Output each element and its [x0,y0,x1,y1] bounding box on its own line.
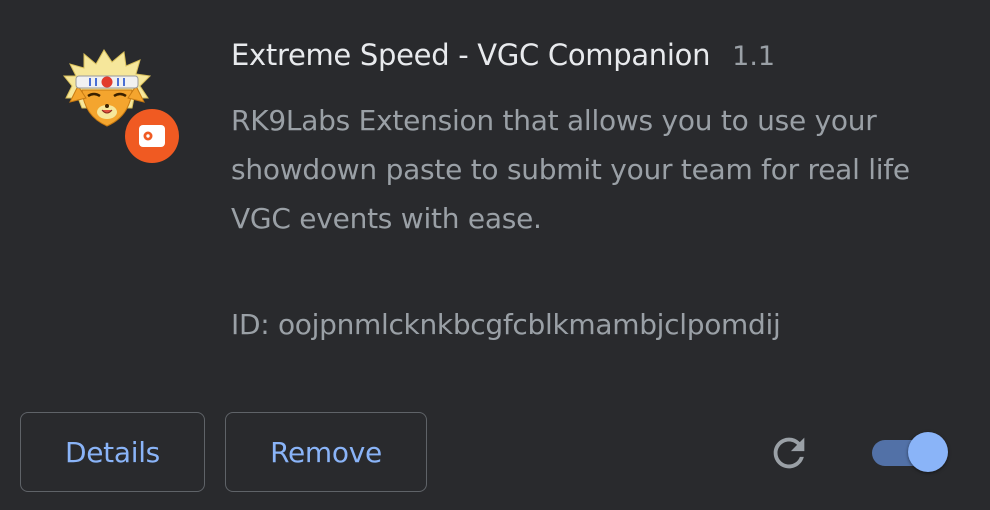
details-button[interactable]: Details [20,412,205,492]
extension-id: ID: oojpnmlcknkbcgfcblkmambjclpomdij [231,308,781,341]
remove-button[interactable]: Remove [225,412,427,492]
extension-icon [62,46,184,164]
enable-extension-toggle[interactable] [872,432,950,474]
unpacked-extension-badge-icon [125,109,179,163]
extension-title-row: Extreme Speed - VGC Companion 1.1 [231,38,775,82]
extension-card: Extreme Speed - VGC Companion 1.1 RK9Lab… [0,0,990,510]
reload-icon[interactable] [766,430,812,476]
extension-version: 1.1 [732,41,776,72]
extension-name: Extreme Speed - VGC Companion [231,38,711,72]
extension-description: RK9Labs Extension that allows you to use… [231,104,910,235]
toggle-knob [908,432,948,472]
